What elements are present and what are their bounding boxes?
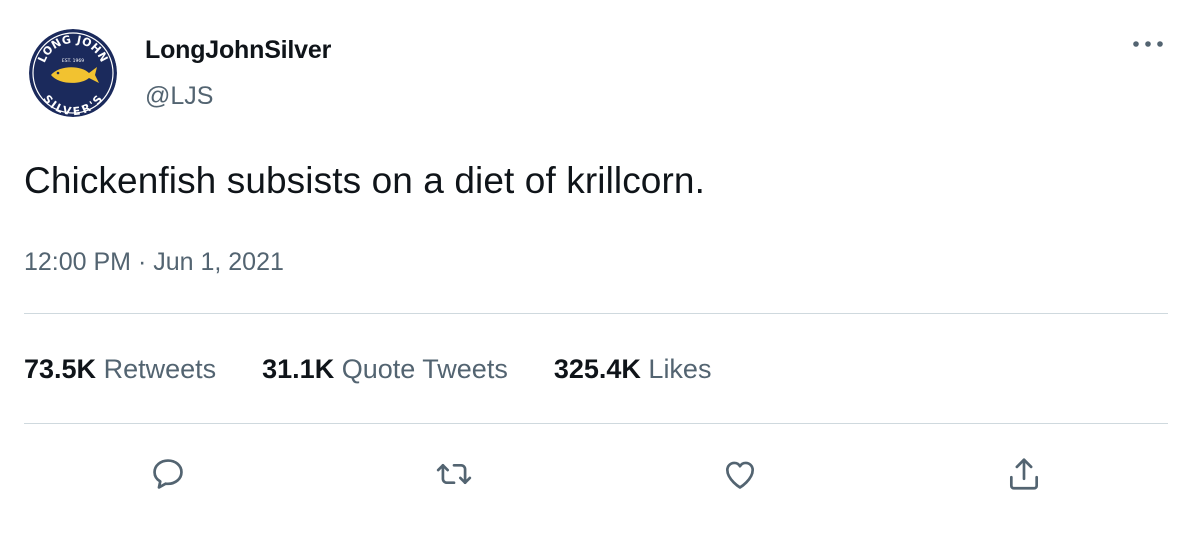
reply-bubble-icon [153,459,183,489]
likes-stat[interactable]: 325.4K Likes [554,354,712,385]
quote-tweets-label: Quote Tweets [341,354,508,384]
display-name[interactable]: LongJohnSilver [145,36,331,65]
more-horizontal-icon [1133,41,1163,47]
avatar-est-text: EST. 1969 [62,58,84,64]
long-john-silvers-logo-icon: LONG JOHN SILVER'S EST. 1969 [29,29,117,117]
engagement-stats: 73.5K Retweets 31.1K Quote Tweets 325.4K… [24,354,711,385]
retweet-icon [436,463,472,485]
retweets-stat[interactable]: 73.5K Retweets [24,354,216,385]
action-bar [0,450,1192,498]
retweets-count: 73.5K [24,354,97,384]
retweets-label: Retweets [103,354,217,384]
share-upload-icon [1009,458,1039,490]
user-handle[interactable]: @LJS [145,82,213,111]
reply-button[interactable] [144,450,192,498]
like-button[interactable] [716,450,764,498]
likes-count: 325.4K [553,354,641,384]
divider [24,313,1168,314]
avatar[interactable]: LONG JOHN SILVER'S EST. 1969 [29,29,117,117]
heart-icon [725,461,755,489]
likes-label: Likes [648,354,712,384]
more-options-button[interactable] [1128,28,1168,60]
tweet-card: LONG JOHN SILVER'S EST. 1969 LongJohnSil… [0,0,1192,546]
tweet-text: Chickenfish subsists on a diet of krillc… [24,160,705,201]
quote-tweets-stat[interactable]: 31.1K Quote Tweets [262,354,508,385]
quote-tweets-count: 31.1K [262,354,335,384]
share-button[interactable] [1000,450,1048,498]
tweet-timestamp[interactable]: 12:00 PM · Jun 1, 2021 [24,248,284,277]
divider [24,423,1168,424]
retweet-button[interactable] [430,450,478,498]
